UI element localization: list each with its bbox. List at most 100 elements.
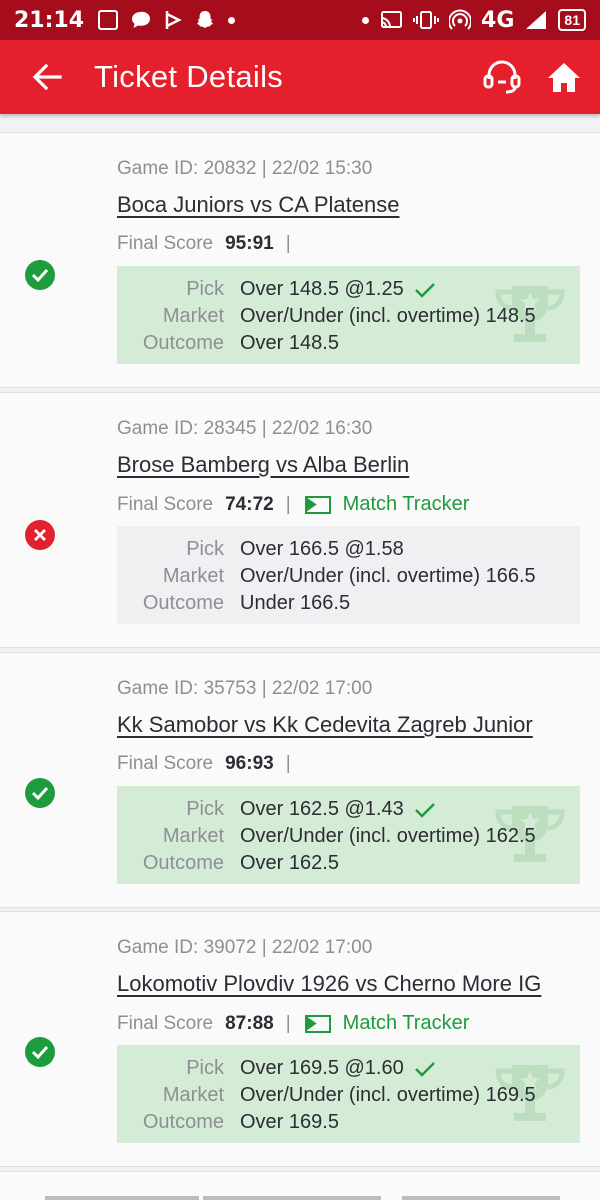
pick-value: Over 162.5 @1.43 [240, 798, 404, 820]
screenshot-notification-icon [98, 10, 119, 30]
page-title: Ticket Details [94, 59, 284, 94]
outcome-value: Under 166.5 [240, 592, 351, 614]
outcome-row: Outcome Under 166.5 [117, 590, 580, 617]
notification-icons [98, 9, 236, 31]
check-circle-icon [25, 778, 55, 808]
network-type: 4G [481, 7, 515, 33]
game-id: Game ID: 20832 | 22/02 15:30 [117, 158, 373, 179]
pick-label: Pick [186, 798, 224, 820]
cast-icon [380, 11, 403, 28]
dot-icon [362, 16, 370, 24]
signal-icon [526, 11, 547, 29]
bet-details: Pick Over 162.5 @1.43 Market Over/Under … [117, 786, 580, 884]
check-circle-icon [25, 260, 55, 290]
match-link[interactable]: Brose Bamberg vs Alba Berlin [117, 452, 409, 478]
skeleton-line [402, 1196, 560, 1200]
pick-label: Pick [186, 538, 224, 560]
checkmark-icon [414, 802, 435, 818]
final-score-line: Final Score 95:91 | [117, 233, 291, 255]
pick-value: Over 148.5 @1.25 [240, 278, 404, 300]
ticket-card: Game ID: 28345 | 22/02 16:30 Brose Bambe… [0, 392, 600, 648]
outcome-value: Over 148.5 [240, 332, 339, 354]
market-value: Over/Under (incl. overtime) 148.5 [240, 305, 536, 327]
pick-row: Pick Over 162.5 @1.43 [117, 796, 580, 823]
back-button[interactable] [0, 40, 94, 114]
outcome-row: Outcome Over 169.5 [117, 1109, 580, 1136]
market-row: Market Over/Under (incl. overtime) 166.5 [117, 563, 580, 590]
final-score-label: Final Score [117, 753, 214, 774]
checkmark-icon [414, 1061, 435, 1077]
app-bar: Ticket Details [0, 40, 600, 114]
pick-value: Over 169.5 @1.60 [240, 1057, 404, 1079]
bet-details: Pick Over 148.5 @1.25 Market Over/Under … [117, 266, 580, 364]
bet-details: Pick Over 166.5 @1.58 Market Over/Under … [117, 526, 580, 624]
skeleton-line [45, 1196, 199, 1200]
final-score-value: 74:72 [225, 493, 274, 515]
hotspot-icon [449, 9, 472, 30]
app-notification-icon [165, 11, 182, 29]
ticket-card: Game ID: 35753 | 22/02 17:00 Kk Samobor … [0, 652, 600, 908]
pick-value: Over 166.5 @1.58 [240, 538, 404, 560]
market-value: Over/Under (incl. overtime) 162.5 [240, 825, 536, 847]
outcome-label: Outcome [142, 592, 224, 614]
final-score-value: 95:91 [225, 233, 274, 254]
home-icon [548, 63, 580, 92]
ticket-card: Game ID: 20832 | 22/02 15:30 Boca Junior… [0, 132, 600, 388]
final-score-label: Final Score [117, 1012, 214, 1034]
game-id: Game ID: 28345 | 22/02 16:30 [117, 418, 373, 439]
final-score-label: Final Score [117, 233, 214, 254]
final-score-line: Final Score 87:88 | Match Tracker [117, 1012, 469, 1035]
final-score-line: Final Score 74:72 | Match Tracker [117, 493, 469, 516]
match-link[interactable]: Boca Juniors vs CA Platense [117, 192, 399, 218]
match-tracker-icon [304, 495, 331, 514]
market-label: Market [162, 1084, 224, 1106]
market-label: Market [162, 825, 224, 847]
battery-level: 81 [558, 9, 586, 31]
separator: | [285, 753, 291, 774]
outcome-value: Over 162.5 [240, 852, 339, 874]
system-icons: 4G 81 [362, 8, 586, 33]
market-row: Market Over/Under (incl. overtime) 148.5 [117, 303, 580, 330]
match-link[interactable]: Lokomotiv Plovdiv 1926 vs Cherno More IG [117, 971, 541, 997]
pick-row: Pick Over 148.5 @1.25 [117, 276, 580, 303]
market-label: Market [162, 565, 224, 587]
match-link[interactable]: Kk Samobor vs Kk Cedevita Zagreb Junior [117, 712, 533, 738]
match-tracker-label: Match Tracker [342, 493, 470, 515]
check-circle-icon [25, 1037, 55, 1067]
match-tracker-link[interactable]: Match Tracker [304, 1012, 470, 1035]
final-score-value: 87:88 [225, 1012, 274, 1034]
final-score-line: Final Score 96:93 | [117, 753, 291, 775]
pick-row: Pick Over 169.5 @1.60 [117, 1055, 580, 1082]
separator: | [285, 1012, 291, 1034]
outcome-label: Outcome [142, 852, 224, 874]
outcome-label: Outcome [142, 332, 224, 354]
arrow-left-icon [32, 63, 62, 91]
separator: | [285, 493, 291, 515]
home-button[interactable] [544, 57, 584, 97]
skeleton-line [203, 1196, 381, 1200]
market-value: Over/Under (incl. overtime) 169.5 [240, 1084, 536, 1106]
outcome-row: Outcome Over 148.5 [117, 330, 580, 357]
game-id: Game ID: 35753 | 22/02 17:00 [117, 678, 373, 699]
final-score-label: Final Score [117, 493, 214, 515]
status-time: 21:14 [14, 7, 85, 33]
market-label: Market [162, 305, 224, 327]
support-button[interactable] [482, 57, 522, 97]
outcome-row: Outcome Over 162.5 [117, 850, 580, 877]
match-tracker-label: Match Tracker [342, 1012, 470, 1034]
chat-notification-icon [132, 11, 151, 29]
more-notifications-icon [228, 16, 236, 24]
match-tracker-link[interactable]: Match Tracker [304, 493, 470, 516]
market-row: Market Over/Under (incl. overtime) 162.5 [117, 823, 580, 850]
status-bar: 21:14 4G 81 [0, 0, 600, 40]
pick-label: Pick [186, 1057, 224, 1079]
vibrate-icon [413, 11, 440, 29]
outcome-value: Over 169.5 [240, 1111, 339, 1133]
ticket-card-partial [0, 1171, 600, 1200]
ticket-card: Game ID: 39072 | 22/02 17:00 Lokomotiv P… [0, 911, 600, 1167]
match-tracker-icon [304, 1014, 331, 1033]
ticket-list[interactable]: Game ID: 20832 | 22/02 15:30 Boca Junior… [0, 114, 600, 1200]
pick-label: Pick [186, 278, 224, 300]
bet-details: Pick Over 169.5 @1.60 Market Over/Under … [117, 1045, 580, 1143]
game-id: Game ID: 39072 | 22/02 17:00 [117, 937, 373, 958]
